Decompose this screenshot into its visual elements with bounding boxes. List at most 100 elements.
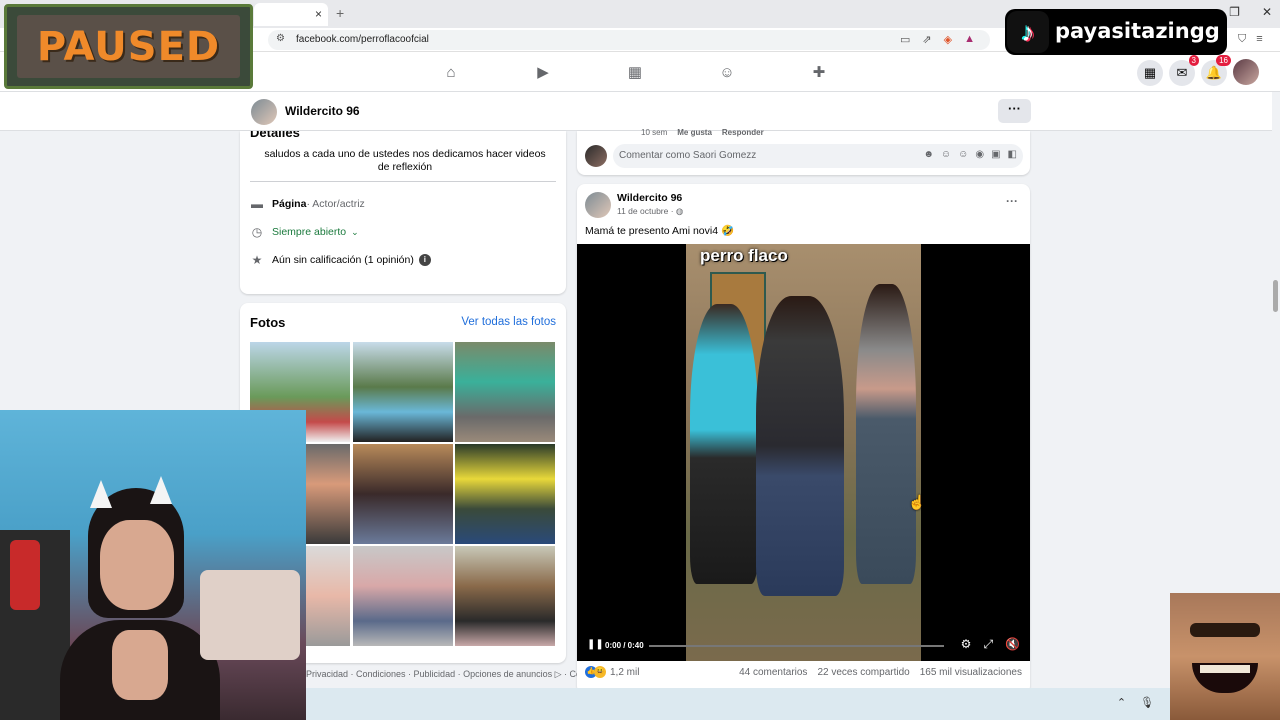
emoji-icon[interactable]: ☺ (941, 149, 951, 160)
photos-heading: Fotos (250, 315, 286, 330)
fullscreen-icon[interactable]: ⤢ (983, 637, 993, 652)
post-card: Wildercito 96 11 de octubre · ◍ ··· Mamá… (577, 184, 1030, 694)
photo-thumbnail[interactable] (455, 342, 555, 442)
post-more-button[interactable]: ··· (1006, 194, 1018, 208)
video-player[interactable]: perro flaco ❚❚ 0:00 / 0:40 ⚙ ⤢ 🔇 (577, 244, 1030, 661)
smile-icon[interactable]: ☺ (958, 149, 968, 160)
brave-shield-icon[interactable]: ◈ (944, 33, 952, 46)
mute-icon[interactable]: 🔇 (1005, 637, 1020, 652)
page-title[interactable]: Wildercito 96 (285, 104, 360, 118)
messenger-icon[interactable]: ✉ 3 (1169, 55, 1199, 86)
photo-thumbnail[interactable] (455, 444, 555, 544)
comment-time: 10 sem (641, 128, 668, 137)
comment-input[interactable]: Comentar como Saori Gomezz ☻ ☺ ☺ ◉ ▣ ◧ (613, 144, 1023, 168)
groups-icon[interactable]: ☺ (718, 64, 736, 81)
paused-sign: PAUSED (17, 15, 240, 78)
commenter-avatar (585, 145, 607, 167)
clock-icon: ◷ (251, 225, 263, 239)
scrollbar-thumb[interactable] (1273, 280, 1278, 312)
face-teeth (1200, 665, 1250, 673)
new-tab-button[interactable]: + (336, 5, 344, 21)
home-icon[interactable]: ⌂ (442, 64, 460, 81)
browser-menu-area: ⛉ ≡ (1238, 33, 1263, 46)
view-count: 165 mil visualizaciones (919, 666, 1022, 678)
cat-ear-left (90, 480, 112, 508)
video-control-icons: ⚙ ⤢ 🔇 (961, 637, 1020, 652)
webcam-face (100, 520, 174, 610)
cast-icon[interactable]: ▭ (900, 33, 910, 46)
comment-composer-card: 10 sem Me gusta Responder Comentar como … (577, 128, 1030, 175)
video-caption: perro flaco (700, 246, 788, 265)
star-icon: ★ (251, 253, 263, 267)
page-avatar[interactable] (251, 99, 277, 125)
hours-row[interactable]: ◷ Siempre abierto ⌄ (250, 225, 359, 239)
close-window-button[interactable]: ✕ (1262, 5, 1272, 19)
gaming-icon[interactable]: ✚ (810, 64, 828, 81)
info-icon[interactable]: i (418, 254, 431, 266)
notifications-bell-icon[interactable]: 🔔 16 (1201, 55, 1231, 86)
brave-rewards-icon[interactable]: ▲ (964, 33, 975, 46)
avatar-sticker-icon[interactable]: ☻ (923, 149, 934, 160)
page-bio: saludos a cada uno de ustedes nos dedica… (264, 148, 546, 173)
page-more-button[interactable]: ··· (998, 99, 1031, 123)
comment-reply-link[interactable]: Responder (722, 128, 764, 137)
photo-thumbnail[interactable] (353, 342, 453, 442)
see-all-photos-link[interactable]: Ver todas las fotos (461, 316, 556, 328)
settings-gear-icon[interactable]: ⚙ (961, 637, 972, 652)
photo-thumbnail[interactable] (353, 444, 453, 544)
pause-icon[interactable]: ❚❚ (587, 639, 604, 650)
paused-label: PAUSED (36, 23, 221, 70)
post-author[interactable]: Wildercito 96 (617, 192, 682, 204)
close-tab-icon[interactable]: × (315, 7, 322, 21)
video-person (756, 296, 844, 596)
comment-count[interactable]: 44 comentarios (739, 667, 807, 678)
address-bar-actions: ▭ ⇗ ◈ ▲ (900, 33, 975, 46)
reaction-count[interactable]: 1,2 mil (610, 667, 639, 678)
video-progress-bar[interactable] (649, 645, 944, 647)
webcam-overlay (0, 410, 306, 720)
hours-status[interactable]: Siempre abierto (272, 226, 346, 238)
chevron-down-icon[interactable]: ⌄ (351, 227, 359, 238)
share-count[interactable]: 22 veces compartido (817, 667, 909, 678)
details-heading: Detalles (250, 131, 300, 140)
details-card: Detalles saludos a cada uno de ustedes n… (240, 131, 566, 294)
webcam-background-object (200, 570, 300, 660)
photo-thumbnail[interactable] (353, 546, 453, 646)
tiktok-handle: payasitazingg (1055, 19, 1220, 43)
tiktok-logo-icon: ♪ (1007, 11, 1049, 53)
camera-icon[interactable]: ◉ (975, 149, 984, 160)
mouse-cursor-icon: ☝ (908, 494, 926, 510)
site-info-icon[interactable]: ⚙ (276, 33, 285, 44)
comment-like-link[interactable]: Me gusta (677, 128, 712, 137)
marketplace-icon[interactable]: ▦ (626, 64, 644, 81)
page-header: Wildercito 96 ··· (0, 92, 1280, 131)
post-date-text[interactable]: 11 de octubre · (617, 206, 676, 216)
notifications-badge: 16 (1216, 55, 1231, 66)
os-taskbar: ⌃ 🎙 (306, 688, 1170, 720)
menu-icon[interactable]: ≡ (1256, 33, 1262, 46)
sticker-icon[interactable]: ◧ (1008, 149, 1017, 160)
paused-overlay: PAUSED (4, 4, 253, 89)
rating-row: ★ Aún sin calificación (1 opinión) i (250, 253, 431, 267)
maximize-button[interactable]: ❐ (1229, 5, 1240, 19)
globe-icon: ◍ (675, 206, 684, 216)
video-person (690, 304, 758, 584)
vpn-icon[interactable]: ⛉ (1238, 33, 1246, 46)
gif-icon[interactable]: ▣ (991, 149, 1000, 160)
post-date[interactable]: 11 de octubre · ◍ (617, 206, 683, 217)
watch-icon[interactable]: ▶ (534, 64, 552, 81)
video-frame[interactable]: perro flaco (686, 244, 921, 661)
post-author-avatar[interactable] (585, 192, 611, 218)
url-text[interactable]: facebook.com/perroflacoofcial (296, 34, 429, 45)
photo-thumbnail[interactable] (455, 546, 555, 646)
messenger-badge: 3 (1188, 55, 1199, 66)
video-person (856, 284, 916, 584)
browser-tab[interactable]: × (254, 3, 328, 26)
microphone-tray-icon[interactable]: 🎙 (1140, 696, 1154, 709)
share-icon[interactable]: ⇗ (922, 33, 931, 46)
chevron-up-icon[interactable]: ⌃ (1117, 696, 1126, 709)
profile-avatar[interactable] (1233, 59, 1259, 85)
category-value: · Actor/actriz (306, 198, 365, 210)
video-time: 0:00 / 0:40 (605, 641, 644, 650)
menu-grid-icon[interactable]: ▦ (1137, 60, 1163, 86)
